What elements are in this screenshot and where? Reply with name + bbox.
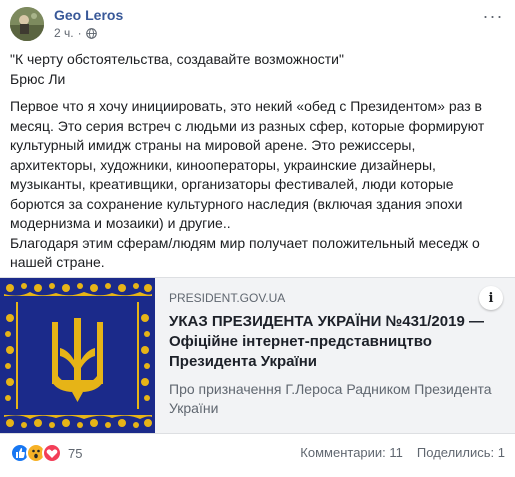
avatar[interactable]: [10, 7, 44, 41]
quote-line: "К черту обстоятельства, создавайте возм…: [10, 51, 344, 67]
globe-icon: [85, 27, 97, 39]
post-paragraph: Благодаря этим сферам/людям мир получает…: [10, 234, 480, 271]
post-text: "К черту обстоятельства, создавайте возм…: [10, 50, 500, 273]
quote-author: Брюс Ли: [10, 70, 66, 87]
author-name[interactable]: Geo Leros: [54, 7, 123, 23]
separator-dot: ·: [77, 26, 82, 40]
link-preview-image[interactable]: [0, 278, 155, 433]
post-meta: 2 ч. ·: [54, 26, 97, 40]
comments-count[interactable]: Комментарии: 11: [300, 445, 403, 460]
link-title[interactable]: УКАЗ ПРЕЗИДЕНТА УКРАЇНИ №431/2019 — Офіц…: [169, 312, 499, 372]
post-header: Geo Leros 2 ч. · ···: [10, 6, 505, 42]
avatar-image: [10, 7, 44, 41]
post-time[interactable]: 2 ч.: [54, 26, 74, 40]
love-icon: [42, 443, 62, 463]
post-paragraph: Первое что я хочу инициировать, это неки…: [10, 98, 485, 231]
reaction-count[interactable]: 75: [68, 446, 82, 461]
post-stats: Комментарии: 11 Поделились: 1: [300, 445, 505, 460]
shares-count[interactable]: Поделились: 1: [417, 445, 505, 460]
link-preview-body[interactable]: PRESIDENT.GOV.UA УКАЗ ПРЕЗИДЕНТА УКРАЇНИ…: [169, 291, 499, 418]
more-options-button[interactable]: ···: [481, 6, 505, 26]
ukraine-coat-of-arms-icon: [0, 278, 155, 433]
link-domain: PRESIDENT.GOV.UA: [169, 291, 286, 305]
post-footer: 75 Комментарии: 11 Поделились: 1: [10, 443, 505, 465]
reactions-summary[interactable]: 75: [10, 443, 82, 463]
info-button[interactable]: i: [479, 286, 503, 310]
link-description: Про призначення Г.Лероса Радником Презид…: [169, 381, 492, 416]
link-preview-card[interactable]: PRESIDENT.GOV.UA УКАЗ ПРЕЗИДЕНТА УКРАЇНИ…: [0, 277, 515, 434]
